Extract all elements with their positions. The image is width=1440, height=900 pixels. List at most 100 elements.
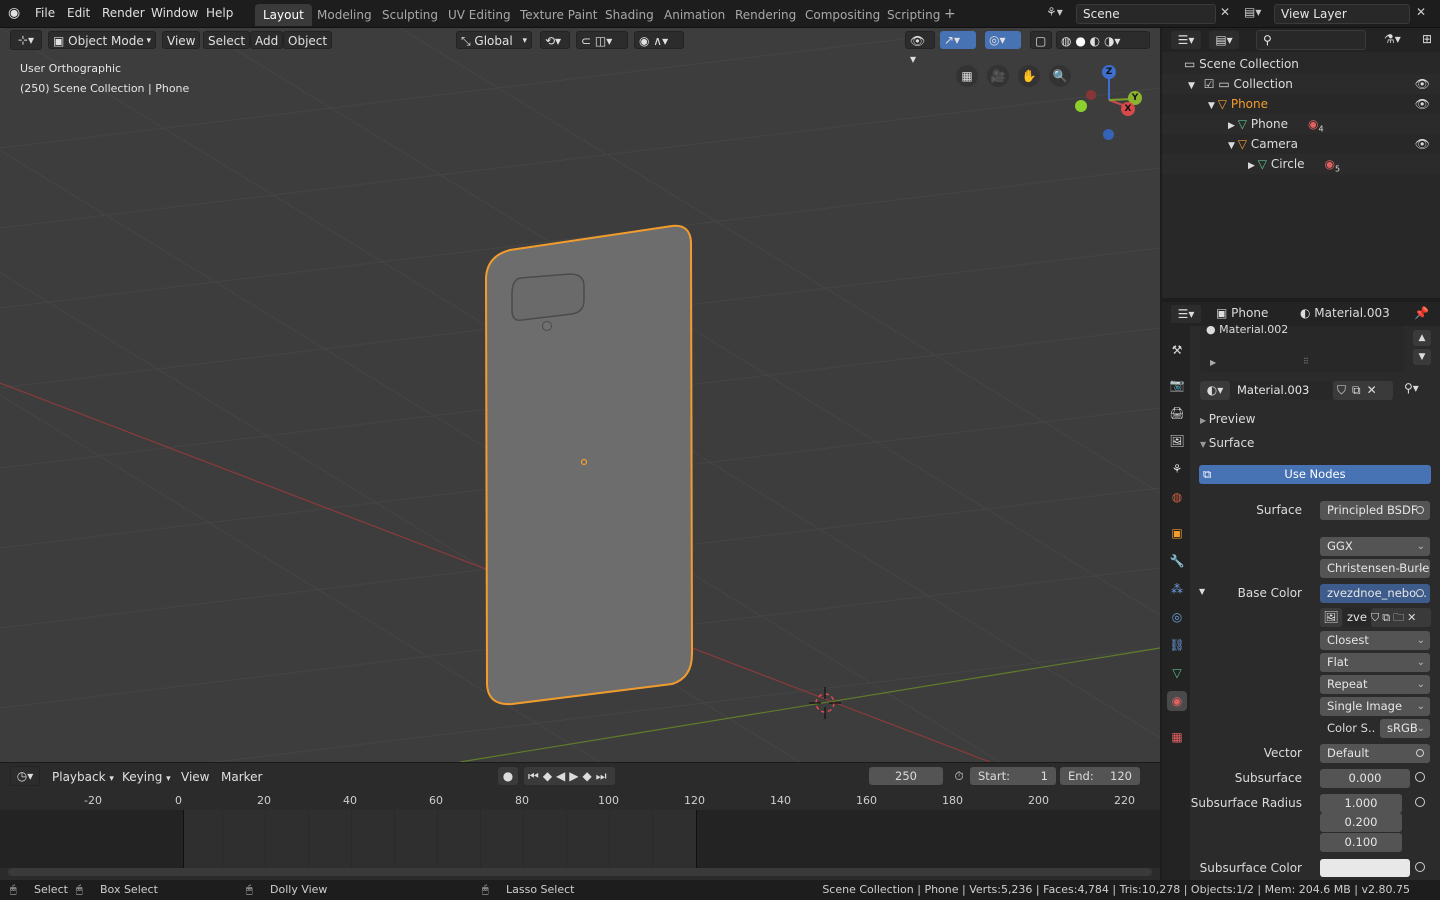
tab-shading[interactable]: Shading (597, 4, 662, 26)
playback-menu[interactable]: Playback ▾ (48, 768, 118, 786)
proportional-edit-icon[interactable]: ◉ ∧▾ (634, 31, 684, 49)
scene-icon[interactable]: ⚘▾ (1046, 5, 1063, 19)
use-nodes-button[interactable]: ⧉ Use Nodes (1199, 465, 1431, 484)
prev-keyframe-icon[interactable]: ◆ (543, 769, 556, 783)
material-badge-icon[interactable]: ◉ (1325, 157, 1335, 171)
interpolation-dropdown[interactable]: Closest ⌄ (1320, 631, 1430, 650)
play-reverse-icon[interactable]: ◀ (556, 769, 569, 783)
subsurface-radius-y[interactable]: 0.200 (1320, 813, 1402, 832)
subsurface-color-socket-icon[interactable] (1415, 862, 1425, 872)
surface-panel[interactable]: ▼ Surface (1200, 436, 1254, 450)
list-resize-handle[interactable]: ⠿ (1303, 357, 1309, 366)
timeline-view-menu[interactable]: View (177, 768, 213, 786)
view-layer-tab-icon[interactable]: 🖼 (1167, 431, 1187, 451)
checkbox-icon[interactable]: ☑ (1204, 77, 1219, 91)
render-tab-icon[interactable]: 📷 (1167, 375, 1187, 395)
view-layer-field[interactable]: View Layer (1274, 4, 1410, 24)
tab-texture-paint[interactable]: Texture Paint (512, 4, 605, 26)
expand-icon[interactable]: ▶ (1248, 161, 1258, 171)
image-name-field[interactable]: zve (1343, 608, 1371, 627)
wireframe-shading-icon[interactable]: ◍ (1061, 34, 1071, 48)
new-image-icon[interactable]: ⧉ (1382, 611, 1393, 624)
open-image-icon[interactable]: 🗀 (1393, 611, 1407, 624)
menu-add[interactable]: Add (250, 31, 284, 49)
menu-edit[interactable]: Edit (67, 6, 90, 20)
subsurface-value-field[interactable]: 0.000 (1320, 769, 1410, 788)
image-browse-icon[interactable]: 🖼 (1320, 608, 1342, 627)
mode-dropdown[interactable]: ▣ Object Mode ▾ (48, 31, 156, 49)
keying-menu[interactable]: Keying ▾ (118, 768, 175, 786)
texture-tab-icon[interactable]: ▦ (1167, 727, 1187, 747)
data-tab-icon[interactable]: ▽ (1167, 663, 1187, 683)
material-name-field[interactable]: Material.003 (1230, 381, 1332, 400)
subsurface-radius-x[interactable]: 1.000 (1320, 794, 1402, 813)
editor-type-icon[interactable]: ⊹▾ (10, 30, 42, 50)
fake-user-icon[interactable]: ⛉ (1371, 611, 1382, 624)
expand-icon[interactable]: ▼ (1208, 101, 1218, 111)
eye-icon[interactable]: 👁 (1415, 74, 1430, 94)
unlink-icon[interactable]: ✕ (1367, 383, 1383, 397)
outliner-row-collection[interactable]: ▼ ☑ ▭ Collection 👁 (1162, 74, 1440, 94)
menu-window[interactable]: Window (151, 6, 198, 20)
timeline-editor-type-icon[interactable]: ◷▾ (10, 766, 40, 786)
zoom-icon[interactable]: 🔍 (1049, 65, 1071, 87)
menu-view[interactable]: View (162, 31, 201, 49)
x-axis-icon[interactable]: X (1121, 102, 1135, 116)
pivot-icon[interactable]: ⟲▾ (540, 31, 570, 49)
physics-tab-icon[interactable]: ◎ (1167, 607, 1187, 627)
move-down-icon[interactable]: ▼ (1413, 349, 1431, 365)
base-color-field[interactable]: zvezdnoe_nebo... (1320, 584, 1430, 603)
source-dropdown[interactable]: Single Image ⌄ (1320, 697, 1430, 716)
unlink-icon[interactable]: ✕ (1407, 611, 1419, 624)
visibility-icon[interactable]: 👁▾ (905, 31, 935, 66)
tab-compositing[interactable]: Compositing (797, 4, 888, 26)
current-frame-field[interactable]: 250 (869, 767, 943, 785)
new-collection-icon[interactable]: ⊞ (1422, 32, 1432, 46)
play-icon[interactable]: ▶ (569, 769, 582, 783)
list-expand-icon[interactable]: ▶ (1210, 358, 1216, 367)
orientation-dropdown[interactable]: ⤡ Global ▾ (456, 31, 532, 49)
expand-icon[interactable]: ▼ (1228, 141, 1238, 151)
subsurface-radius-socket-icon[interactable] (1415, 797, 1425, 807)
fake-user-icon[interactable]: ⛉ (1337, 383, 1352, 397)
shading-modes[interactable]: ◍ ● ◐ ◑▾ (1056, 31, 1150, 49)
vector-field[interactable]: Default (1320, 744, 1430, 763)
tab-rendering[interactable]: Rendering (727, 4, 804, 26)
subsurface-color-swatch[interactable] (1320, 859, 1410, 877)
xray-icon[interactable]: ▢ (1030, 31, 1052, 49)
grid-toggle-icon[interactable]: ▦ (956, 65, 978, 87)
distribution-dropdown[interactable]: GGX ⌄ (1320, 537, 1430, 556)
add-workspace-icon[interactable]: + (944, 6, 956, 22)
object-tab-icon[interactable]: ▣ (1167, 523, 1187, 543)
record-icon[interactable]: ● (498, 767, 518, 785)
subsurface-method-dropdown[interactable]: Christensen-Burle ⌄ (1320, 559, 1430, 578)
neg-x-icon[interactable] (1086, 90, 1096, 100)
start-frame-field[interactable]: Start: 1 (970, 767, 1056, 785)
stopwatch-icon[interactable]: ⏱ (950, 767, 968, 785)
tool-tab-icon[interactable]: ⚒ (1167, 340, 1187, 360)
modifier-tab-icon[interactable]: 🔧 (1167, 551, 1187, 571)
next-keyframe-icon[interactable]: ◆ (583, 769, 596, 783)
menu-object[interactable]: Object (283, 31, 333, 49)
view-layer-icon[interactable]: ▤▾ (1244, 5, 1261, 19)
eye-icon[interactable]: 👁 (1415, 134, 1430, 154)
pan-hand-icon[interactable]: ✋ (1018, 65, 1040, 87)
timeline-ruler[interactable] (0, 790, 1160, 810)
timeline-scrollbar[interactable] (8, 868, 1152, 876)
tab-scripting[interactable]: Scripting (879, 4, 948, 26)
tab-animation[interactable]: Animation (656, 4, 733, 26)
duplicate-icon[interactable]: ⧉ (1352, 383, 1367, 397)
properties-type-icon[interactable]: ☰▾ (1170, 304, 1202, 324)
pin-icon[interactable]: 📌 (1414, 306, 1429, 320)
extension-dropdown[interactable]: Repeat ⌄ (1320, 675, 1430, 694)
blender-logo-icon[interactable]: ◉ (8, 5, 26, 23)
material-link-icon[interactable]: ⚲▾ (1404, 381, 1419, 395)
navigation-gizmo[interactable]: Z Y X (1072, 60, 1152, 140)
tab-sculpting[interactable]: Sculpting (374, 4, 446, 26)
camera-view-icon[interactable]: 🎥 (987, 65, 1009, 87)
solid-shading-icon[interactable]: ● (1075, 34, 1085, 48)
move-up-icon[interactable]: ▲ (1413, 330, 1431, 346)
menu-help[interactable]: Help (206, 6, 233, 20)
jump-start-icon[interactable]: ⏮ (528, 769, 543, 783)
scene-close-icon[interactable]: ✕ (1220, 5, 1230, 19)
